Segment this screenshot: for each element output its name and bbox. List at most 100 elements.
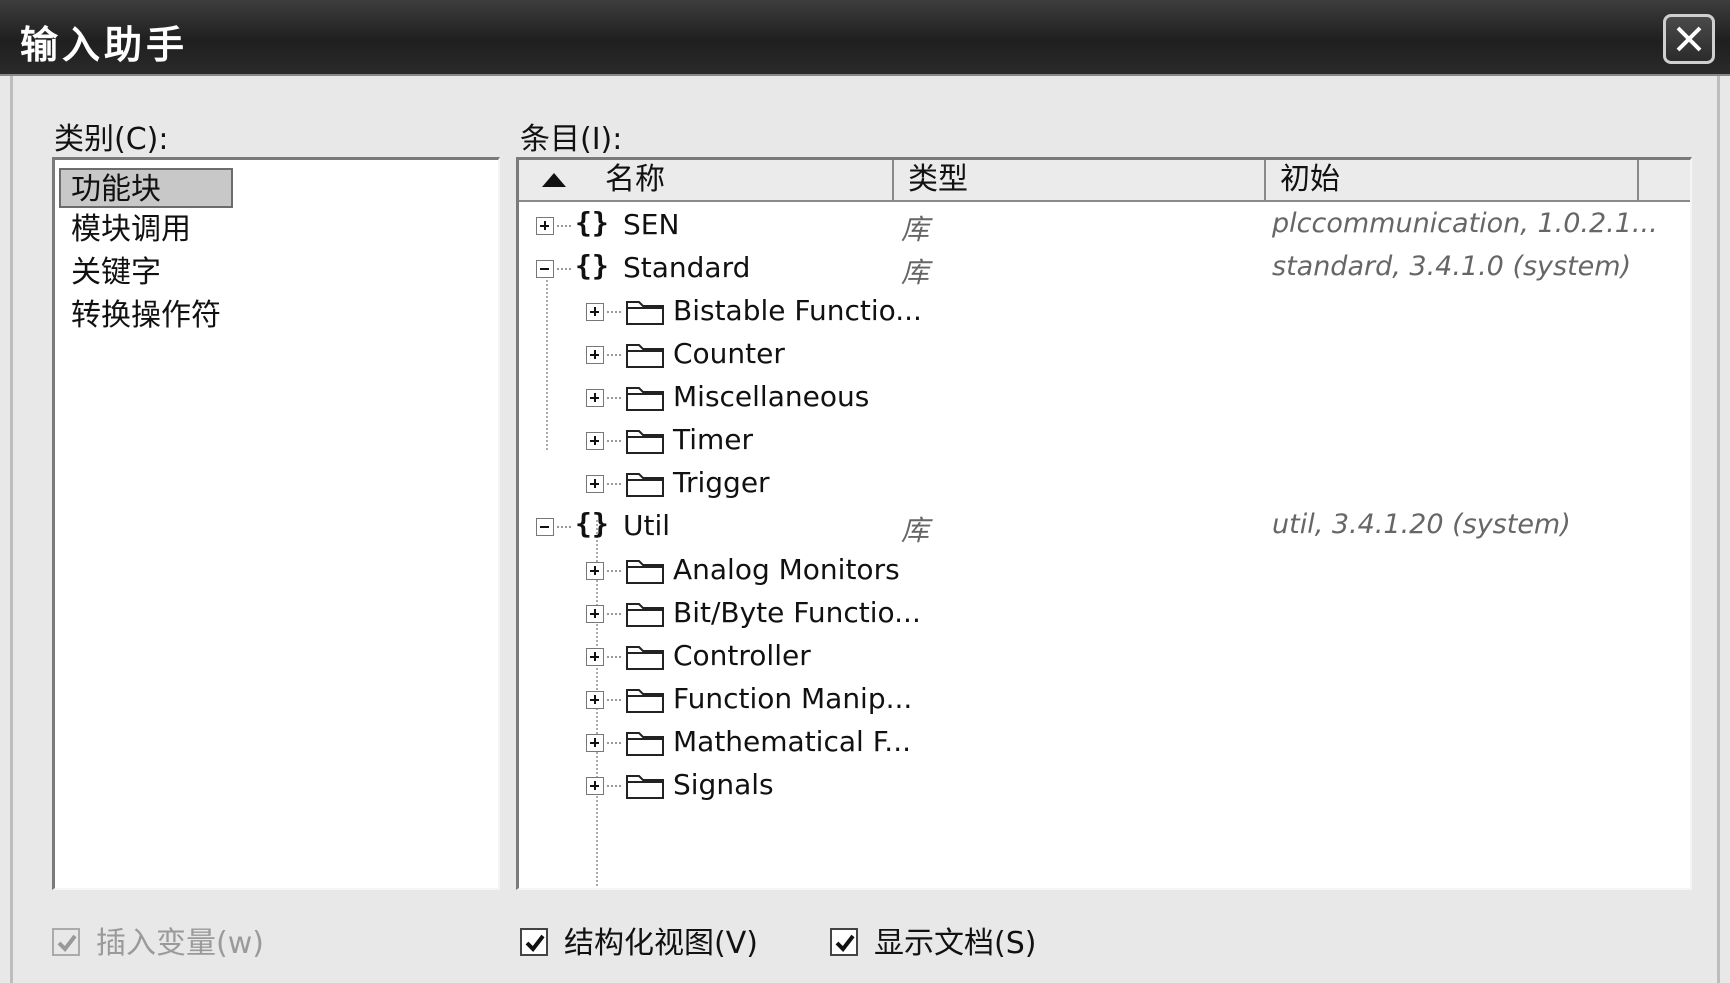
tree-row-folder[interactable]: Miscellaneous [519,376,1689,419]
expand-icon[interactable] [586,648,604,666]
column-header-type[interactable]: 类型 [894,160,1266,202]
checkbox-box[interactable] [830,928,858,956]
folder-icon [626,473,664,497]
tree-row-folder[interactable]: Function Manip... [519,678,1689,721]
column-header-init-label: 初始 [1280,162,1340,197]
expand-icon[interactable] [586,605,604,623]
tree-connector [607,570,621,572]
tree-row-folder[interactable]: Analog Monitors [519,549,1689,592]
expand-icon[interactable] [586,475,604,493]
tree-row-name: Timer [673,423,754,456]
sort-ascending-icon [542,173,566,187]
tree-row-name: SEN [623,208,680,241]
tree-row-folder[interactable]: Signals [519,764,1689,807]
tree-row-type: 库 [901,514,930,547]
expand-icon[interactable] [586,389,604,407]
structured-view-label: 结构化视图(V) [564,926,758,961]
expand-icon[interactable] [586,432,604,450]
tree-row-init: plccommunication, 1.0.2.1... [1272,208,1658,239]
tree-row-name: Trigger [673,466,770,499]
tree-row-init: util, 3.4.1.20 (system) [1272,509,1571,540]
expand-icon[interactable] [586,303,604,321]
tree-row-init: standard, 3.4.1.0 (system) [1272,251,1632,282]
expand-icon[interactable] [586,777,604,795]
collapse-icon[interactable] [536,518,554,536]
entries-label: 条目(I): [520,122,623,157]
expand-icon[interactable] [586,691,604,709]
tree-connector [607,613,621,615]
collapse-icon[interactable] [536,260,554,278]
tree-row-folder[interactable]: Controller [519,635,1689,678]
column-header-name-label: 名称 [605,162,665,197]
folder-icon [626,344,664,368]
category-item-module-call[interactable]: 模块调用 [65,210,197,250]
category-list[interactable]: 功能块 模块调用 关键字 转换操作符 [52,157,500,890]
tree-row-folder[interactable]: Mathematical F... [519,721,1689,764]
tree-row-name: Function Manip... [673,682,913,715]
checkbox-box[interactable] [52,928,80,956]
close-icon [1676,26,1702,52]
tree-row-util[interactable]: {} Util 库 util, 3.4.1.20 (system) [519,505,1689,548]
checkmark-icon [525,934,545,953]
folder-icon [626,387,664,411]
tree-row-type: 库 [901,213,930,246]
folder-icon [626,560,664,584]
checkbox-box[interactable] [520,928,548,956]
folder-icon [626,301,664,325]
tree-row-folder[interactable]: Bit/Byte Functio... [519,592,1689,635]
column-header-type-label: 类型 [908,162,968,197]
insert-variable-label: 插入变量(w) [96,926,264,961]
category-item-function-block[interactable]: 功能块 [59,168,233,208]
tree-connector [607,656,621,658]
close-button[interactable] [1663,14,1715,64]
tree-row-standard[interactable]: {} Standard 库 standard, 3.4.1.0 (system) [519,247,1689,290]
expand-icon[interactable] [536,217,554,235]
column-header-init[interactable]: 初始 [1266,160,1639,202]
entries-tree[interactable]: 名称 类型 初始 {} SEN 库 plccommunication, 1.0.… [516,157,1692,890]
tree-connector [607,440,621,442]
checkmark-icon [57,934,77,953]
tree-row-folder[interactable]: Timer [519,419,1689,462]
folder-icon [626,430,664,454]
folder-icon [626,732,664,756]
tree-connector [557,526,571,528]
expand-icon[interactable] [586,562,604,580]
category-item-conversion-operator[interactable]: 转换操作符 [65,296,227,336]
library-braces-icon: {} [575,507,609,540]
column-header-name[interactable]: 名称 [519,160,894,202]
tree-row-folder[interactable]: Bistable Functio... [519,290,1689,333]
tree-row-name: Standard [623,251,751,284]
tree-connector [607,742,621,744]
column-header-filler [1639,160,1690,202]
library-braces-icon: {} [575,206,609,239]
tree-connector [557,268,571,270]
tree-connector [557,225,571,227]
tree-row-name: Counter [673,337,785,370]
folder-icon [626,775,664,799]
tree-row-type: 库 [901,256,930,289]
tree-connector [607,354,621,356]
tree-row-name: Controller [673,639,811,672]
folder-icon [626,603,664,627]
tree-row-name: Miscellaneous [673,380,870,413]
tree-row-folder[interactable]: Counter [519,333,1689,376]
show-docs-label: 显示文档(S) [874,926,1037,961]
tree-connector [607,483,621,485]
library-braces-icon: {} [575,249,609,282]
tree-row-name: Analog Monitors [673,553,900,586]
tree-row-name: Signals [673,768,774,801]
folder-icon [626,689,664,713]
category-label: 类别(C): [54,122,169,157]
expand-icon[interactable] [586,346,604,364]
tree-row-folder[interactable]: Trigger [519,462,1689,505]
tree-row-sen[interactable]: {} SEN 库 plccommunication, 1.0.2.1... [519,204,1689,247]
tree-row-name: Util [623,509,671,542]
expand-icon[interactable] [586,734,604,752]
tree-connector [607,311,621,313]
category-item-keyword[interactable]: 关键字 [65,253,167,293]
folder-icon [626,646,664,670]
tree-connector [607,699,621,701]
tree-row-name: Bistable Functio... [673,294,922,327]
tree-connector [607,397,621,399]
checkmark-icon [835,934,855,953]
